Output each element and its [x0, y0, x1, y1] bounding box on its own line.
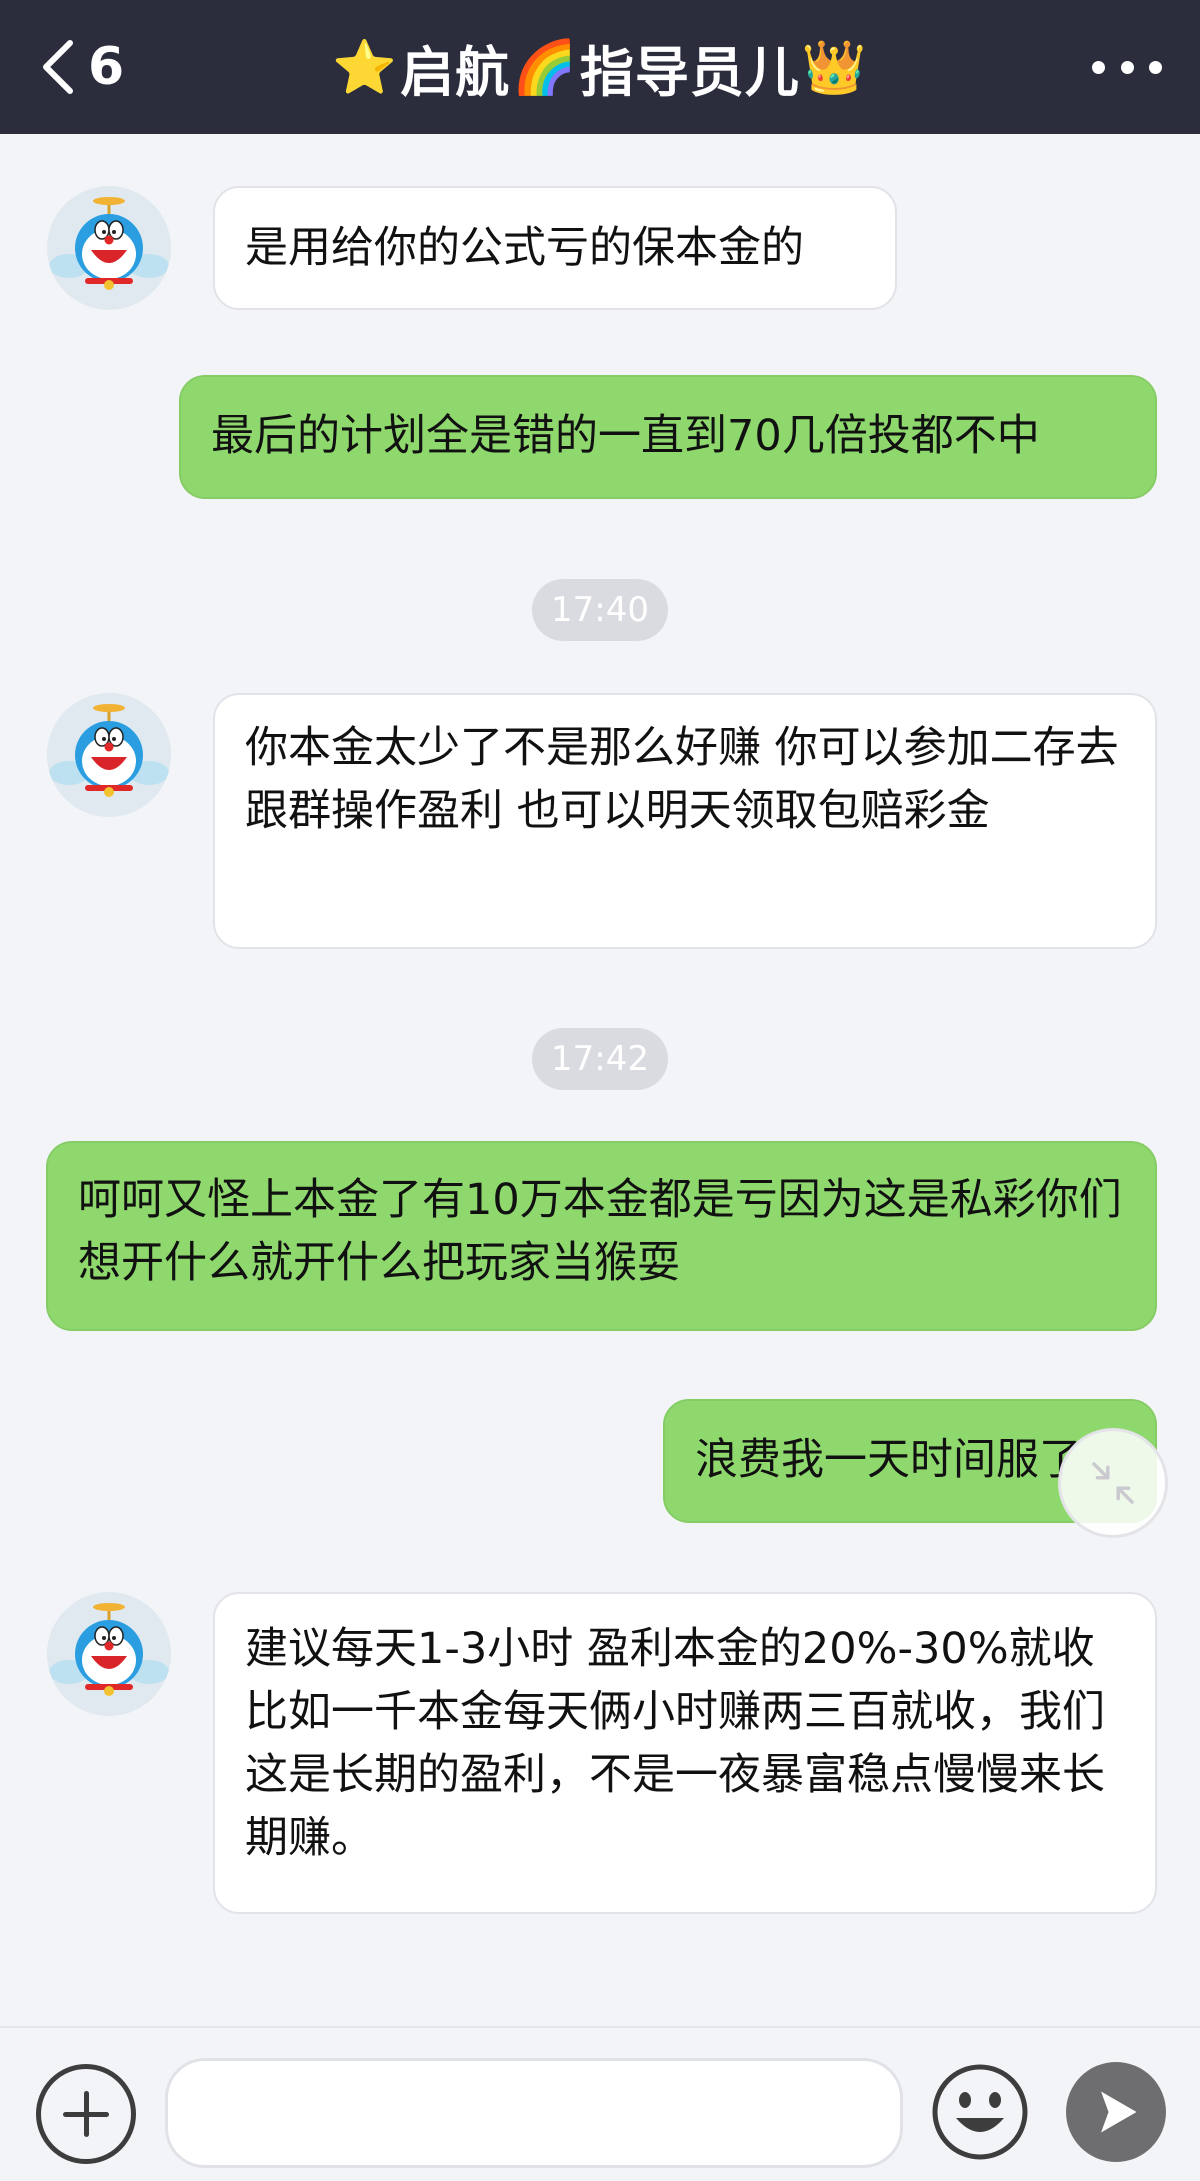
doraemon-avatar-icon: [47, 186, 171, 310]
contact-avatar[interactable]: [47, 1592, 171, 1716]
rainbow-emoji: 🌈: [512, 37, 578, 98]
outgoing-message-bubble[interactable]: 呵呵又怪上本金了有10万本金都是亏因为这是私彩你们想开什么就开什么把玩家当猴耍: [46, 1141, 1157, 1331]
send-button[interactable]: [1066, 2062, 1166, 2162]
crown-emoji: 👑: [801, 37, 868, 98]
outgoing-message-bubble[interactable]: 最后的计划全是错的一直到70几倍投都不中: [179, 375, 1157, 499]
contact-avatar[interactable]: [47, 186, 171, 310]
incoming-message-bubble[interactable]: 你本金太少了不是那么好赚 你可以参加二存去跟群操作盈利 也可以明天领取包赔彩金: [213, 693, 1157, 949]
title-text-2: 指导员儿: [579, 40, 800, 104]
message-text: 浪费我一天时间服了: [695, 1435, 1082, 1485]
contact-avatar[interactable]: [47, 693, 171, 817]
doraemon-avatar-icon: [47, 1592, 171, 1716]
more-dot-icon: [1092, 60, 1105, 74]
message-text: 建议每天1-3小时 盈利本金的20%-30%就收 比如一千本金每天俩小时赚两三百…: [245, 1624, 1105, 1863]
more-dot-icon: [1149, 60, 1162, 74]
doraemon-avatar-icon: [47, 693, 171, 817]
chat-header: 6 ⭐ 启航 🌈 指导员儿 👑: [0, 0, 1200, 134]
more-options-button[interactable]: [1092, 40, 1162, 94]
message-text: 你本金太少了不是那么好赚 你可以参加二存去跟群操作盈利 也可以明天领取包赔彩金: [245, 723, 1119, 836]
send-arrow-icon: [1101, 2091, 1137, 2133]
smiley-face-icon: [932, 2064, 1028, 2160]
collapse-arrows-icon: [1092, 1462, 1134, 1504]
incoming-message-bubble[interactable]: 是用给你的公式亏的保本金的: [213, 186, 897, 310]
input-bar: [0, 2026, 1200, 2181]
title-text-1: 启航: [400, 40, 511, 104]
message-text: 是用给你的公式亏的保本金的: [245, 223, 804, 273]
message-input[interactable]: [165, 2058, 903, 2168]
message-list[interactable]: 是用给你的公式亏的保本金的 最后的计划全是错的一直到70几倍投都不中 17:40…: [0, 134, 1200, 2026]
message-text: 最后的计划全是错的一直到70几倍投都不中: [211, 411, 1040, 461]
timestamp-label: 17:42: [532, 1028, 668, 1090]
plus-circle-icon[interactable]: [36, 2064, 136, 2164]
chat-title: ⭐ 启航 🌈 指导员儿 👑: [0, 0, 1200, 134]
star-emoji: ⭐: [332, 37, 399, 98]
more-dot-icon: [1120, 60, 1134, 74]
message-text: 呵呵又怪上本金了有10万本金都是亏因为这是私彩你们想开什么就开什么把玩家当猴耍: [78, 1175, 1122, 1288]
incoming-message-bubble[interactable]: 建议每天1-3小时 盈利本金的20%-30%就收 比如一千本金每天俩小时赚两三百…: [213, 1592, 1157, 1914]
collapse-button[interactable]: [1058, 1428, 1168, 1538]
timestamp-label: 17:40: [532, 579, 668, 641]
emoji-button[interactable]: [930, 2062, 1030, 2162]
